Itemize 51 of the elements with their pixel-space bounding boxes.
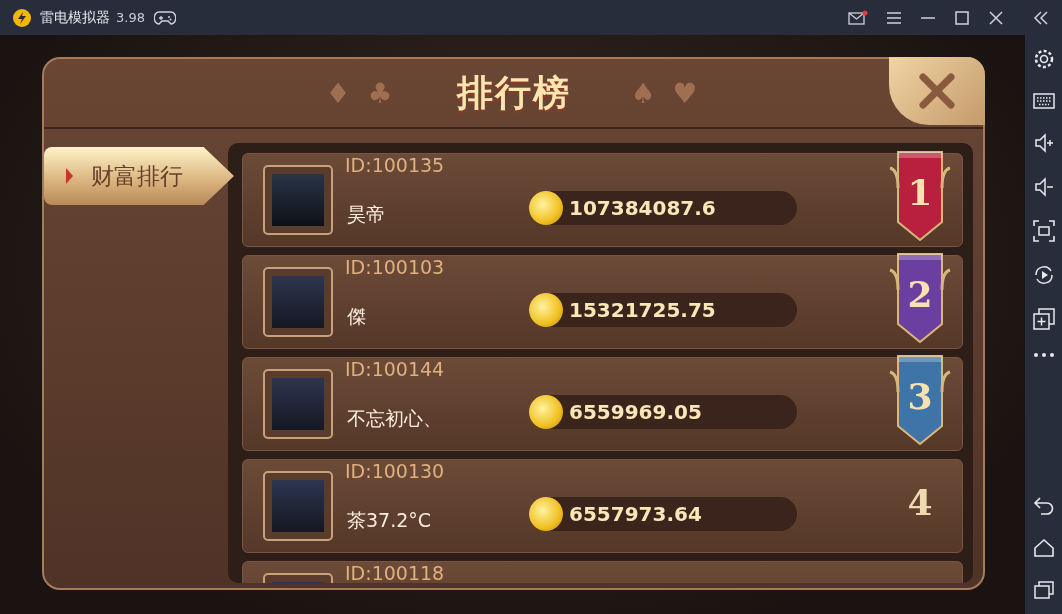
window-title: 雷电模拟器: [40, 8, 110, 27]
app-logo-icon: [12, 7, 32, 28]
maximize-icon[interactable]: [954, 9, 970, 26]
player-id: ID:100118: [345, 561, 446, 583]
coin-icon: [529, 191, 563, 225]
keyboard-icon[interactable]: [1032, 92, 1055, 110]
coin-balance: 6559969.05: [529, 395, 797, 429]
multi-window-icon[interactable]: [1032, 308, 1055, 330]
close-icon: [917, 71, 957, 111]
rank-number: 4: [907, 481, 933, 523]
rank-number: 2: [907, 273, 933, 315]
rank-number: 1: [907, 171, 933, 213]
menu-icon[interactable]: [886, 10, 902, 25]
volume-up-icon[interactable]: [1032, 132, 1055, 154]
avatar-photo: [263, 165, 333, 235]
category-tab[interactable]: 财富排行: [44, 147, 234, 205]
volume-down-icon[interactable]: [1032, 176, 1055, 198]
close-icon[interactable]: [988, 9, 1004, 26]
fullscreen-icon[interactable]: [1032, 220, 1055, 242]
close-button[interactable]: [889, 57, 985, 125]
coin-balance: 107384087.6: [529, 191, 797, 225]
back-icon[interactable]: [1032, 496, 1055, 516]
player-id: ID:100130: [345, 459, 446, 483]
player-id: ID:100135: [345, 153, 446, 177]
rotate-play-icon[interactable]: [1032, 264, 1055, 286]
avatar-photo: [263, 369, 333, 439]
player-name: 昊帝: [347, 202, 386, 227]
player-id: ID:100144: [345, 357, 446, 381]
recent-apps-icon[interactable]: [1032, 580, 1055, 600]
coin-icon: [529, 497, 563, 531]
settings-icon[interactable]: [1032, 48, 1055, 70]
mail-icon[interactable]: [848, 9, 868, 26]
player-name: 茶37.2°C: [347, 508, 433, 533]
coin-icon: [529, 395, 563, 429]
dialog-title: 排行榜: [456, 70, 571, 115]
coin-balance: 6557973.64: [529, 497, 797, 531]
player-name: 傑: [347, 304, 367, 329]
suit-symbols: ♦ ♣: [325, 76, 397, 110]
rank-number: 3: [907, 375, 933, 417]
collapse-sidebar-icon[interactable]: [1033, 9, 1049, 26]
coin-balance: 15321725.75: [529, 293, 797, 327]
avatar-photo: [263, 471, 333, 541]
gamepad-icon[interactable]: [153, 10, 176, 25]
more-icon[interactable]: [1032, 352, 1055, 358]
version-label: 3.98: [116, 10, 145, 25]
avatar-photo: [263, 267, 333, 337]
player-name: 不忘初心、: [347, 406, 443, 431]
suit-symbols: ♠ ♥: [630, 76, 702, 110]
coin-icon: [529, 293, 563, 327]
player-id: ID:100103: [345, 255, 446, 279]
home-icon[interactable]: [1032, 538, 1055, 558]
